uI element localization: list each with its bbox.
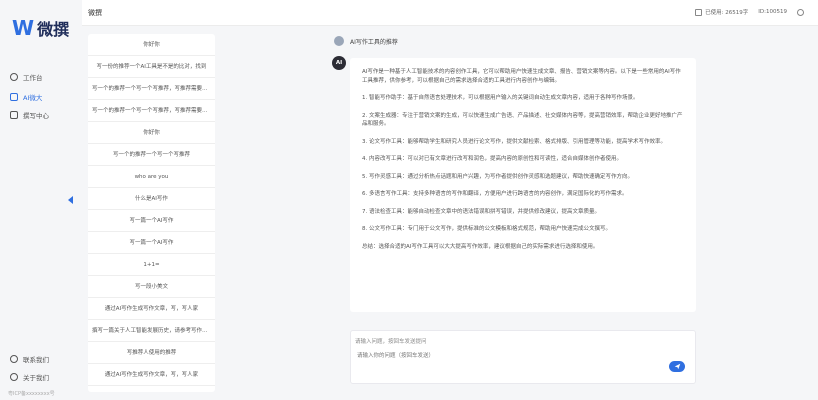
nav-item-ai[interactable]: AI微大 [10, 92, 42, 102]
history-item[interactable]: 写一个的推荐一个写一个写推荐，写推荐需要结合 [88, 100, 215, 122]
history-item[interactable]: 写一段小美文 [88, 276, 215, 298]
logo-mark: W [12, 16, 34, 40]
history-item[interactable]: 写一个的推荐一个写一个写推荐，写推荐需要结合 [88, 78, 215, 100]
top-header: 微撰 已使用: 26519字 ID:100519 [82, 0, 818, 26]
answer-paragraph: 7. 语法检查工具：能够自动检查文章中的语法错误和拼写错误，并提供修改建议，提高… [362, 208, 600, 215]
user-avatar [334, 36, 344, 46]
history-item[interactable]: 你好你 [88, 122, 215, 144]
contact-icon [10, 355, 18, 363]
answer-paragraph: 2. 文案生成器：专注于营销文案的生成，可以快速生成广告语、产品描述、社交媒体内… [362, 112, 683, 128]
history-item[interactable]: 什么是AI写作 [88, 188, 215, 210]
input-label: 请输入问题，按回车发送提问 [355, 339, 427, 345]
nav-item-contact[interactable]: 联系我们 [10, 354, 49, 364]
usage-text: 已使用: 26519字 [705, 10, 749, 16]
logo: W 微撰 [12, 16, 69, 40]
answer-paragraph: 4. 内容改写工具：可以对已有文章进行改写和润色，提高内容的原创性和可读性，适合… [362, 156, 622, 162]
header-right: 已使用: 26519字 ID:100519 [695, 8, 804, 16]
answer-paragraph: 1. 智能写作助手：基于自然语言处理技术，可以根据用户输入的关键词自动生成文章内… [362, 95, 639, 101]
nav-item-label: 联系我们 [23, 356, 49, 364]
footer-note: 粤ICP备xxxxxxxx号 [8, 391, 55, 397]
nav-item-workbench[interactable]: 工作台 [10, 72, 43, 82]
history-item[interactable]: 你好你 [88, 34, 215, 56]
left-nav: W 微撰 工作台 AI微大 撰写中心 联系我们 关于我们 粤ICP备xxxxxx… [0, 0, 82, 400]
nav-item-label: 工作台 [23, 74, 43, 82]
send-button[interactable] [669, 361, 685, 372]
nav-item-writing-center[interactable]: 撰写中心 [10, 110, 49, 120]
send-icon [674, 363, 680, 370]
history-item[interactable]: 写一篇一个AI写作 [88, 210, 215, 232]
nav-item-label: 撰写中心 [23, 112, 49, 120]
history-item[interactable]: 写推荐人使用的推荐 [88, 386, 215, 392]
answer-paragraph: 总结：选择合适的AI写作工具可以大大提高写作效率，建议根据自己的实际需求进行选择… [362, 243, 599, 250]
info-icon [10, 373, 18, 381]
history-list: 你好你 写一份的推荐一个AI工具是不是的比对，找到 写一个的推荐一个写一个写推荐，写… [88, 34, 215, 392]
answer-paragraph: 5. 写作灵感工具：通过分析热点话题和用户兴趣，为写作者提供创作灵感和选题建议，… [362, 173, 633, 180]
logo-text: 微撰 [37, 20, 70, 39]
calendar-icon [10, 93, 18, 101]
history-item[interactable]: 写一份的推荐一个AI工具是不是的比对，找到 [88, 56, 215, 78]
answer-paragraph: 6. 多语言写作工具：支持多种语言的写作和翻译，方便用户进行跨语言的内容创作，满… [362, 191, 628, 197]
nav-item-label: 关于我们 [23, 374, 49, 382]
history-item[interactable]: 通过AI写作生成写作文章，写，写人家 [88, 364, 215, 386]
user-id[interactable]: ID:100519 [758, 9, 787, 15]
nav-item-about[interactable]: 关于我们 [10, 372, 49, 382]
question-row: AI写作工具的推荐 [334, 36, 398, 46]
ai-avatar: AI [332, 56, 346, 70]
answer-card: AI写作是一种基于人工智能技术的内容创作工具，它可以帮助用户快速生成文章、报告、… [350, 58, 696, 312]
page-title: 微撰 [88, 9, 102, 17]
dashboard-icon [10, 73, 18, 81]
history-item[interactable]: 写一个的推荐一个写一个写推荐 [88, 144, 215, 166]
nav-item-label: AI微大 [23, 94, 43, 102]
answer-paragraph: AI写作是一种基于人工智能技术的内容创作工具，它可以帮助用户快速生成文章、报告、… [362, 69, 681, 84]
collapse-arrow-icon[interactable] [68, 196, 73, 204]
power-icon[interactable] [797, 8, 804, 16]
history-item[interactable]: 撰写一篇关于人工智能发展历史，请参考写作文章， [88, 320, 215, 342]
answer-paragraph: 8. 公文写作工具：专门用于公文写作，提供标准的公文模板和格式规范，帮助用户快速… [362, 226, 611, 232]
chat-input-box: 请输入问题，按回车发送提问 [350, 330, 696, 384]
answer-paragraph: 3. 论文写作工具：能够帮助学生和研究人员进行论文写作，提供文献检索、格式排版、… [362, 138, 666, 145]
question-text: AI写作工具的推荐 [350, 38, 398, 46]
usage-indicator: 已使用: 26519字 [695, 8, 748, 16]
history-item[interactable]: 写一篇一个AI写作 [88, 232, 215, 254]
history-item[interactable]: 通过AI写作生成写作文章，写，写人家 [88, 298, 215, 320]
chat-input[interactable] [357, 351, 657, 361]
history-item[interactable]: who are you [88, 166, 215, 188]
history-item[interactable]: 写推荐人使用的推荐 [88, 342, 215, 364]
wallet-icon [695, 8, 703, 16]
history-item[interactable]: 1+1= [88, 254, 215, 276]
document-icon [10, 111, 18, 119]
